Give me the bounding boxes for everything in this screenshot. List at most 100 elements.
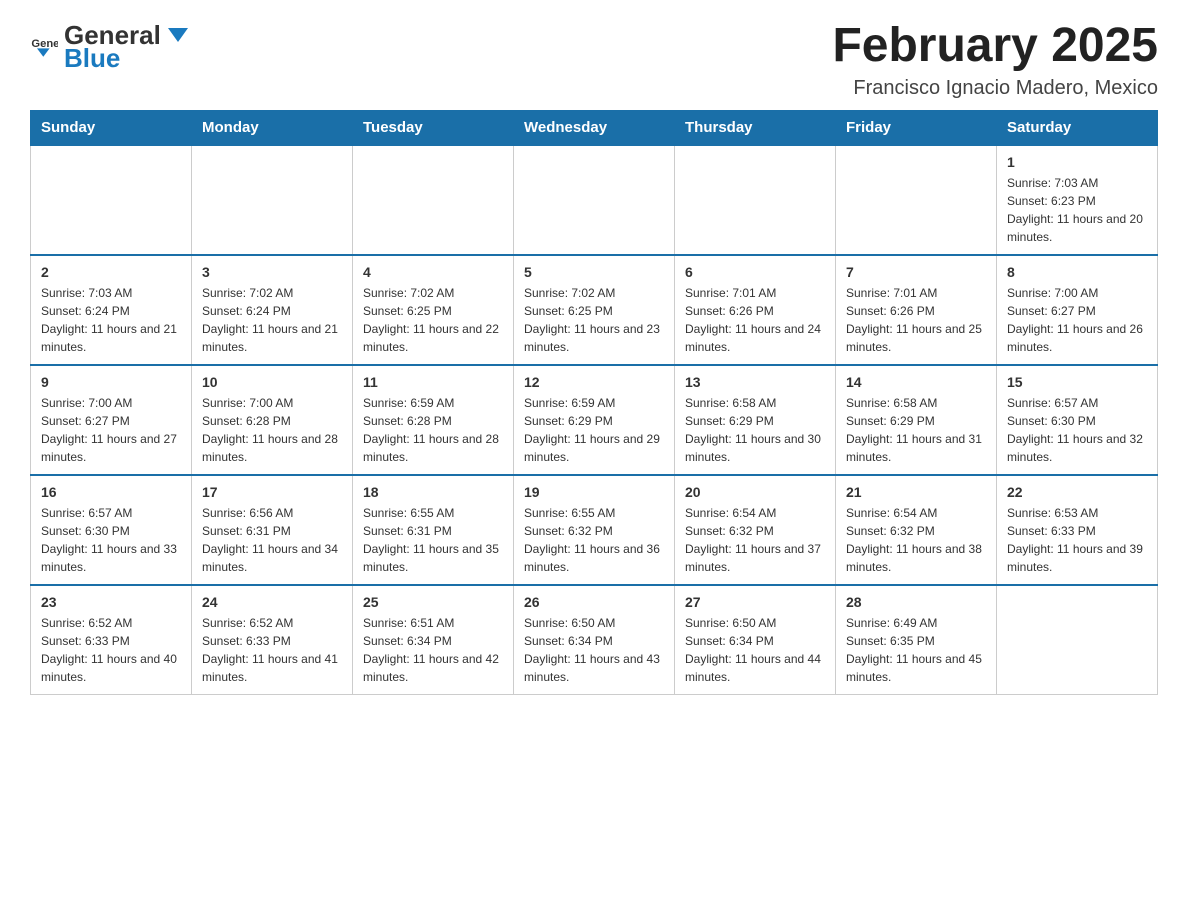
day-info: Sunrise: 6:49 AM Sunset: 6:35 PM Dayligh… (846, 614, 986, 686)
day-info: Sunrise: 7:01 AM Sunset: 6:26 PM Dayligh… (685, 284, 825, 356)
day-info: Sunrise: 6:57 AM Sunset: 6:30 PM Dayligh… (1007, 394, 1147, 466)
day-info: Sunrise: 7:00 AM Sunset: 6:27 PM Dayligh… (1007, 284, 1147, 356)
day-info: Sunrise: 6:56 AM Sunset: 6:31 PM Dayligh… (202, 504, 342, 576)
day-cell: 25 Sunrise: 6:51 AM Sunset: 6:34 PM Dayli… (353, 585, 514, 695)
day-info: Sunrise: 7:02 AM Sunset: 6:25 PM Dayligh… (524, 284, 664, 356)
day-info: Sunrise: 6:52 AM Sunset: 6:33 PM Dayligh… (41, 614, 181, 686)
day-cell: 6 Sunrise: 7:01 AM Sunset: 6:26 PM Daylig… (675, 255, 836, 365)
day-info: Sunrise: 7:02 AM Sunset: 6:25 PM Dayligh… (363, 284, 503, 356)
day-number: 27 (685, 594, 825, 610)
calendar-table: SundayMondayTuesdayWednesdayThursdayFrid… (30, 110, 1158, 695)
svg-text:General: General (31, 38, 58, 50)
week-row-2: 2Sunrise: 7:03 AM Sunset: 6:24 PM Daylig… (31, 255, 1158, 365)
day-info: Sunrise: 6:58 AM Sunset: 6:29 PM Dayligh… (685, 394, 825, 466)
weekday-header-tuesday: Tuesday (353, 110, 514, 145)
day-info: Sunrise: 6:50 AM Sunset: 6:34 PM Dayligh… (524, 614, 664, 686)
day-cell: 13 Sunrise: 6:58 AM Sunset: 6:29 PM Dayli… (675, 365, 836, 475)
day-cell: 9 Sunrise: 7:00 AM Sunset: 6:27 PM Daylig… (31, 365, 192, 475)
day-cell: 3 Sunrise: 7:02 AM Sunset: 6:24 PM Daylig… (192, 255, 353, 365)
day-number: 7 (846, 264, 986, 280)
logo-triangle (163, 26, 193, 44)
day-cell (353, 145, 514, 255)
day-number: 13 (685, 374, 825, 390)
day-cell (997, 585, 1158, 695)
day-number: 23 (41, 594, 181, 610)
day-cell: 14 Sunrise: 6:58 AM Sunset: 6:29 PM Dayli… (836, 365, 997, 475)
day-number: 2 (41, 264, 181, 280)
week-row-1: 1Sunrise: 7:03 AM Sunset: 6:23 PM Daylig… (31, 145, 1158, 255)
day-info: Sunrise: 6:51 AM Sunset: 6:34 PM Dayligh… (363, 614, 503, 686)
day-cell: 10Sunrise: 7:00 AM Sunset: 6:28 PM Dayli… (192, 365, 353, 475)
day-number: 18 (363, 484, 503, 500)
day-number: 11 (363, 374, 503, 390)
logo-icon: General (30, 33, 58, 61)
day-number: 4 (363, 264, 503, 280)
day-cell: 1Sunrise: 7:03 AM Sunset: 6:23 PM Daylig… (997, 145, 1158, 255)
week-row-3: 9 Sunrise: 7:00 AM Sunset: 6:27 PM Daylig… (31, 365, 1158, 475)
day-cell: 24Sunrise: 6:52 AM Sunset: 6:33 PM Dayli… (192, 585, 353, 695)
day-info: Sunrise: 6:53 AM Sunset: 6:33 PM Dayligh… (1007, 504, 1147, 576)
day-cell: 26 Sunrise: 6:50 AM Sunset: 6:34 PM Dayli… (514, 585, 675, 695)
day-cell: 20 Sunrise: 6:54 AM Sunset: 6:32 PM Dayli… (675, 475, 836, 585)
day-number: 6 (685, 264, 825, 280)
day-number: 28 (846, 594, 986, 610)
week-row-5: 23 Sunrise: 6:52 AM Sunset: 6:33 PM Dayli… (31, 585, 1158, 695)
day-cell: 27 Sunrise: 6:50 AM Sunset: 6:34 PM Dayli… (675, 585, 836, 695)
day-cell: 17 Sunrise: 6:56 AM Sunset: 6:31 PM Dayli… (192, 475, 353, 585)
day-cell: 22 Sunrise: 6:53 AM Sunset: 6:33 PM Dayli… (997, 475, 1158, 585)
logo: General General Blue (30, 20, 195, 74)
day-info: Sunrise: 6:57 AM Sunset: 6:30 PM Dayligh… (41, 504, 181, 576)
day-info: Sunrise: 6:58 AM Sunset: 6:29 PM Dayligh… (846, 394, 986, 466)
day-number: 5 (524, 264, 664, 280)
day-info: Sunrise: 6:54 AM Sunset: 6:32 PM Dayligh… (685, 504, 825, 576)
day-info: Sunrise: 7:01 AM Sunset: 6:26 PM Dayligh… (846, 284, 986, 356)
day-cell (514, 145, 675, 255)
day-number: 25 (363, 594, 503, 610)
day-number: 3 (202, 264, 342, 280)
title-block: February 2025 Francisco Ignacio Madero, … (832, 20, 1158, 100)
day-info: Sunrise: 6:54 AM Sunset: 6:32 PM Dayligh… (846, 504, 986, 576)
weekday-header-row: SundayMondayTuesdayWednesdayThursdayFrid… (31, 110, 1158, 145)
weekday-header-saturday: Saturday (997, 110, 1158, 145)
day-number: 1 (1007, 154, 1147, 170)
day-cell (192, 145, 353, 255)
day-number: 26 (524, 594, 664, 610)
day-info: Sunrise: 7:00 AM Sunset: 6:27 PM Dayligh… (41, 394, 181, 466)
day-number: 19 (524, 484, 664, 500)
day-number: 22 (1007, 484, 1147, 500)
day-cell: 23 Sunrise: 6:52 AM Sunset: 6:33 PM Dayli… (31, 585, 192, 695)
day-info: Sunrise: 6:50 AM Sunset: 6:34 PM Dayligh… (685, 614, 825, 686)
day-cell: 5 Sunrise: 7:02 AM Sunset: 6:25 PM Daylig… (514, 255, 675, 365)
day-cell (836, 145, 997, 255)
weekday-header-sunday: Sunday (31, 110, 192, 145)
day-cell: 2Sunrise: 7:03 AM Sunset: 6:24 PM Daylig… (31, 255, 192, 365)
day-cell: 8 Sunrise: 7:00 AM Sunset: 6:27 PM Daylig… (997, 255, 1158, 365)
day-number: 8 (1007, 264, 1147, 280)
day-cell: 12Sunrise: 6:59 AM Sunset: 6:29 PM Dayli… (514, 365, 675, 475)
day-info: Sunrise: 6:59 AM Sunset: 6:28 PM Dayligh… (363, 394, 503, 466)
day-cell: 19Sunrise: 6:55 AM Sunset: 6:32 PM Dayli… (514, 475, 675, 585)
day-number: 16 (41, 484, 181, 500)
day-number: 14 (846, 374, 986, 390)
location-title: Francisco Ignacio Madero, Mexico (832, 77, 1158, 100)
day-cell (675, 145, 836, 255)
day-cell: 16 Sunrise: 6:57 AM Sunset: 6:30 PM Dayli… (31, 475, 192, 585)
day-cell: 15 Sunrise: 6:57 AM Sunset: 6:30 PM Dayli… (997, 365, 1158, 475)
day-number: 21 (846, 484, 986, 500)
day-cell: 21 Sunrise: 6:54 AM Sunset: 6:32 PM Dayli… (836, 475, 997, 585)
day-number: 17 (202, 484, 342, 500)
weekday-header-thursday: Thursday (675, 110, 836, 145)
day-info: Sunrise: 6:59 AM Sunset: 6:29 PM Dayligh… (524, 394, 664, 466)
page-header: General General Blue February 2025 Franc… (30, 20, 1158, 100)
day-cell: 18Sunrise: 6:55 AM Sunset: 6:31 PM Dayli… (353, 475, 514, 585)
day-number: 20 (685, 484, 825, 500)
day-number: 10 (202, 374, 342, 390)
day-cell: 4 Sunrise: 7:02 AM Sunset: 6:25 PM Daylig… (353, 255, 514, 365)
day-cell: 28 Sunrise: 6:49 AM Sunset: 6:35 PM Dayli… (836, 585, 997, 695)
day-cell (31, 145, 192, 255)
day-info: Sunrise: 7:02 AM Sunset: 6:24 PM Dayligh… (202, 284, 342, 356)
day-number: 9 (41, 374, 181, 390)
day-info: Sunrise: 6:52 AM Sunset: 6:33 PM Dayligh… (202, 614, 342, 686)
day-cell: 7 Sunrise: 7:01 AM Sunset: 6:26 PM Daylig… (836, 255, 997, 365)
day-number: 15 (1007, 374, 1147, 390)
